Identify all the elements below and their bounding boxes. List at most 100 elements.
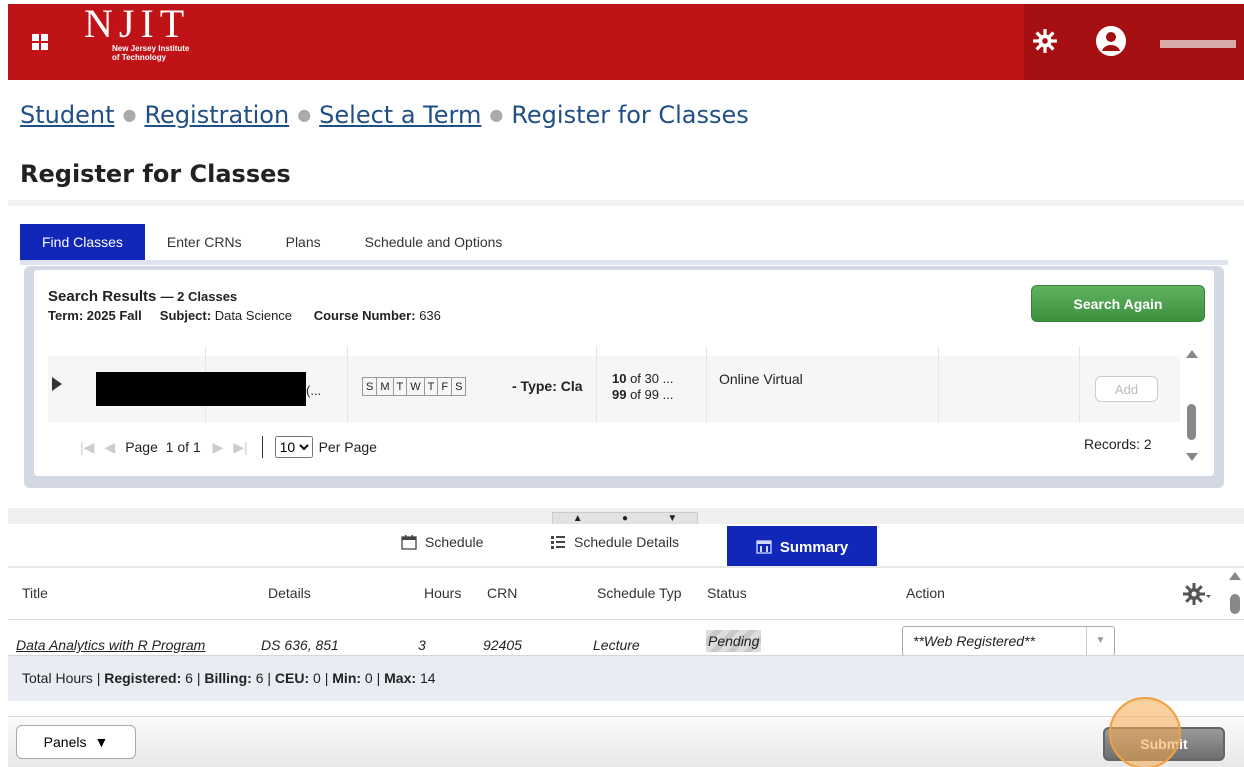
list-icon — [551, 536, 565, 549]
results-scroll-down-icon[interactable] — [1186, 453, 1198, 461]
day-monday: M — [377, 378, 394, 395]
max-value: 14 — [419, 670, 436, 686]
tab-schedule[interactable]: Schedule — [401, 534, 483, 550]
per-page-label: Per Page — [318, 439, 377, 455]
billing-value: 6 — [255, 670, 264, 686]
section-separator — [8, 200, 1244, 206]
user-avatar-icon[interactable] — [1096, 26, 1126, 56]
subject-value: Data Science — [214, 308, 293, 323]
records-count: Records: 2 — [1084, 436, 1152, 452]
redacted-course-title — [96, 372, 306, 406]
day-sunday: S — [363, 378, 378, 395]
njit-logo[interactable]: NJIT New Jersey Institute of Technology — [84, 1, 191, 63]
term-label: Term: — [48, 308, 84, 323]
expand-row-arrow-icon[interactable] — [52, 377, 62, 391]
panels-label: Panels — [43, 734, 87, 750]
breadcrumb-select-term[interactable]: Select a Term — [319, 101, 481, 129]
add-class-button[interactable]: Add — [1095, 376, 1158, 402]
logo-subtitle-1: New Jersey Institute — [112, 44, 190, 53]
breadcrumb-student[interactable]: Student — [20, 101, 114, 129]
subject-label: Subject: — [159, 308, 212, 323]
meeting-type-text: - Type: Cla — [512, 378, 583, 394]
search-results-heading: Search Results — 2 Classes — [48, 288, 237, 305]
seats-availability: 10 of 30 ... 99 of 99 ... — [612, 371, 673, 403]
panels-button[interactable]: Panels ▼ — [16, 725, 136, 759]
seats-capacity: of 30 ... — [626, 371, 674, 386]
page-number[interactable]: 1 — [166, 439, 174, 455]
totals-prefix: Total Hours | — [22, 670, 101, 686]
settings-gear-icon[interactable] — [1032, 28, 1058, 54]
seats-remaining: 10 — [612, 371, 627, 386]
footer-bar — [8, 716, 1244, 767]
day-wednesday: W — [407, 378, 425, 395]
search-criteria: Term: 2025 Fall Subject: Data Science Co… — [48, 308, 441, 323]
registration-tabs: Find Classes Enter CRNs Plans Schedule a… — [20, 222, 524, 262]
col-header-hours[interactable]: Hours — [424, 585, 461, 601]
first-page-icon[interactable]: |◀ — [80, 439, 94, 456]
results-scrollbar-thumb[interactable] — [1187, 404, 1196, 440]
logo-mark: NJIT — [84, 1, 191, 46]
day-saturday: S — [455, 381, 463, 393]
summary-crn: 92405 — [483, 637, 522, 653]
splitter-down-icon[interactable]: ▼ — [667, 513, 677, 524]
results-scroll-up-icon[interactable] — [1186, 350, 1198, 358]
previous-page-icon[interactable]: ◀ — [104, 439, 115, 456]
tab-summary[interactable]: Summary — [727, 526, 877, 568]
tab-plans[interactable]: Plans — [264, 224, 343, 262]
per-page-select[interactable]: 10 — [274, 436, 313, 458]
column-divider — [938, 346, 939, 422]
breadcrumb: Student ● Registration ● Select a Term ● Regis… — [20, 101, 749, 129]
min-value: 0 — [364, 670, 373, 686]
min-label: Min: — [332, 670, 362, 686]
waitlist-capacity: of 99 ... — [626, 387, 674, 402]
waitlist-remaining: 99 — [612, 387, 627, 402]
col-header-title[interactable]: Title — [22, 585, 48, 601]
course-number-value: 636 — [419, 308, 441, 323]
tab-schedule-options[interactable]: Schedule and Options — [343, 224, 525, 262]
action-select-value: **Web Registered** — [913, 633, 1035, 649]
submit-button[interactable]: Submit — [1103, 727, 1225, 761]
page-of: of — [177, 439, 190, 455]
breadcrumb-registration[interactable]: Registration — [144, 101, 289, 129]
username-redacted — [1160, 40, 1236, 48]
next-page-icon[interactable]: ▶ — [212, 439, 223, 456]
summary-scroll-up-icon[interactable] — [1229, 572, 1241, 580]
summary-schedule-type: Lecture — [593, 637, 640, 653]
summary-details: DS 636, 851 — [261, 637, 339, 653]
summary-scrollbar-thumb[interactable] — [1230, 594, 1240, 614]
col-header-details[interactable]: Details — [268, 585, 311, 601]
table-settings-gear-icon[interactable] — [1182, 581, 1212, 607]
splitter-up-icon[interactable]: ▲ — [573, 513, 583, 524]
breadcrumb-separator: ● — [122, 105, 137, 124]
course-number-label: Course Number: — [313, 308, 416, 323]
breadcrumb-separator: ● — [297, 105, 312, 124]
tab-enter-crns[interactable]: Enter CRNs — [145, 224, 264, 262]
summary-course-title-link[interactable]: Data Analytics with R Program — [16, 637, 205, 653]
meeting-days: S M T W T F S — [362, 377, 467, 396]
registered-label: Registered: — [104, 670, 182, 686]
last-page-icon[interactable]: ▶| — [233, 439, 247, 456]
breadcrumb-separator: ● — [489, 105, 504, 124]
col-header-action[interactable]: Action — [906, 585, 945, 601]
tab-find-classes[interactable]: Find Classes — [20, 224, 145, 262]
summary-course-title: Data Analytics with R Program — [16, 637, 205, 653]
col-header-schedule-type[interactable]: Schedule Typ — [597, 585, 702, 601]
col-header-crn[interactable]: CRN — [487, 585, 517, 601]
action-select[interactable]: **Web Registered** ▼ — [902, 626, 1115, 656]
tab-schedule-label: Schedule — [425, 534, 484, 550]
max-label: Max: — [384, 670, 417, 686]
app-grid-icon[interactable] — [32, 34, 48, 50]
total-hours-bar: Total Hours | Registered: 6 | Billing: 6… — [8, 655, 1244, 701]
ceu-value: 0 — [313, 670, 321, 686]
breadcrumb-current: Register for Classes — [511, 101, 749, 129]
col-header-status[interactable]: Status — [707, 585, 747, 601]
splitter-controls: ▲ ● ▼ — [552, 512, 698, 524]
tab-schedule-details[interactable]: Schedule Details — [550, 534, 679, 550]
tab-schedule-details-label: Schedule Details — [574, 534, 680, 550]
splitter-center-icon[interactable]: ● — [622, 513, 628, 524]
summary-icon — [756, 540, 772, 554]
chevron-down-icon[interactable]: ▼ — [1086, 627, 1114, 655]
search-again-button[interactable]: Search Again — [1031, 285, 1205, 322]
day-tuesday: T — [394, 378, 408, 395]
page-title: Register for Classes — [20, 160, 291, 188]
